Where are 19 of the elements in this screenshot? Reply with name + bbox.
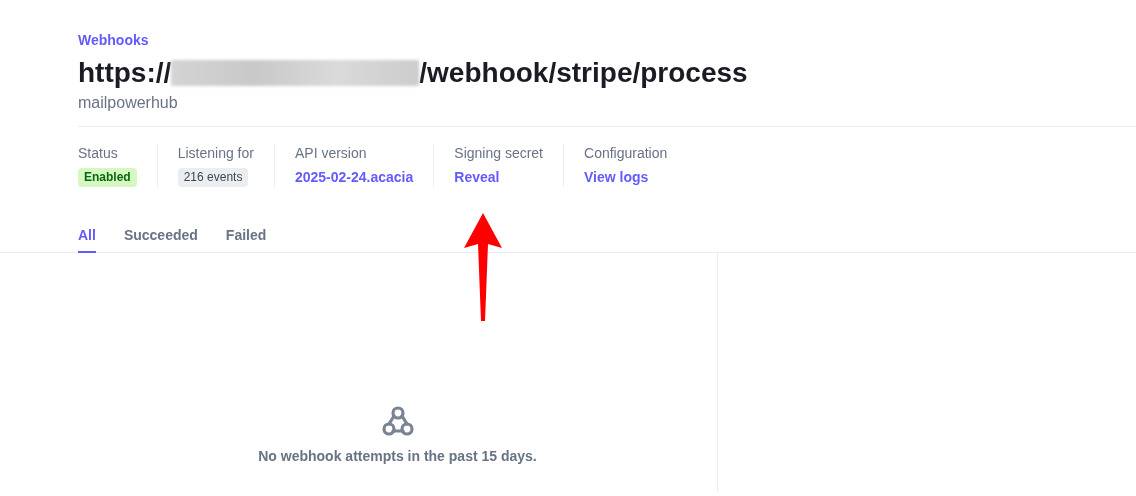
detail-label: API version [294,144,367,162]
detail-link[interactable]: Reveal [454,168,500,186]
status-badge: Enabled [78,168,137,187]
detail-label: Configuration [584,144,668,162]
detail-link[interactable]: View logs [584,168,649,186]
endpoint-url-start: https:// [78,56,172,90]
account-name: mailpowerhub [78,94,179,112]
detail-label: Listening for [177,144,254,162]
filter-tab[interactable]: Succeeded [123,227,198,253]
breadcrumb-link[interactable]: Webhooks [78,32,149,48]
count-badge: 216 events [177,168,249,187]
filter-tab[interactable]: Failed [225,227,267,253]
detail-link[interactable]: 2025-02-24.acacia [294,168,414,186]
detail-label: Signing secret [454,144,543,162]
empty-state-message: No webhook attempts in the past 15 days. [258,448,537,464]
filter-tab[interactable]: All [78,227,96,253]
webhook-icon [380,404,415,438]
detail-label: Status [78,144,118,162]
endpoint-url-end: /webhook/stripe/process [419,56,748,90]
